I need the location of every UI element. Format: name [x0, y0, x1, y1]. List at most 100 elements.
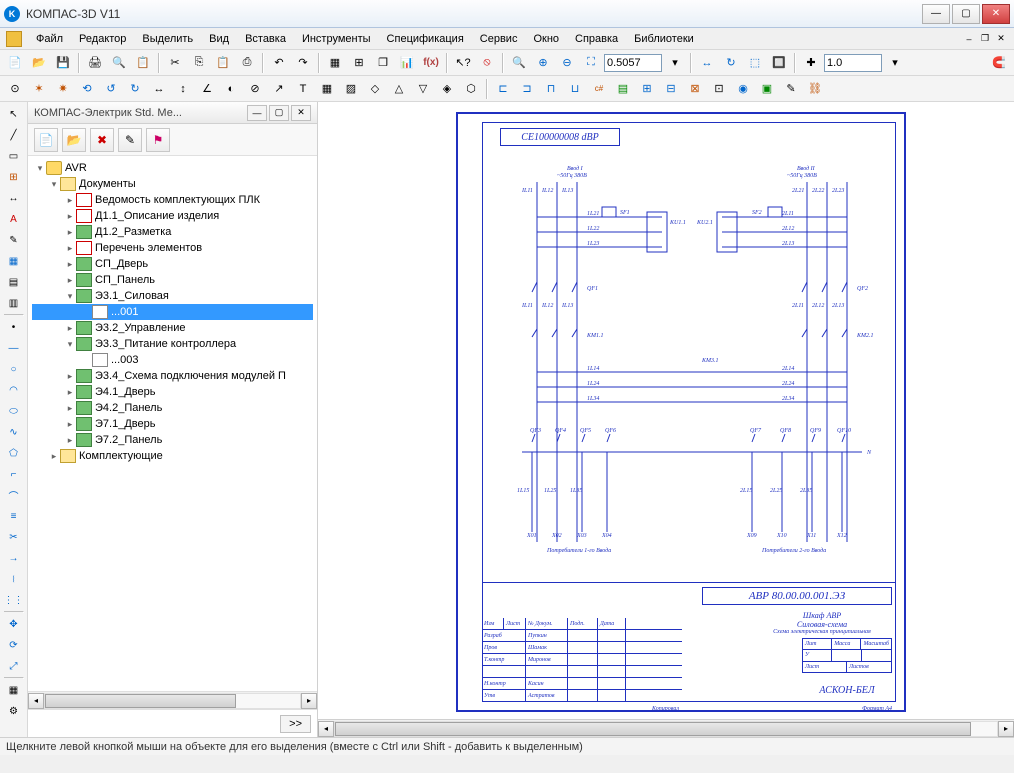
mdi-minimize[interactable]: – [962, 32, 976, 46]
scroll-right-icon[interactable]: ▸ [998, 721, 1014, 737]
tree-item[interactable]: ▸Э4.2_Панель [32, 400, 313, 416]
open-file-icon[interactable]: 📂 [28, 52, 50, 74]
tree-item[interactable]: ▾Э3.1_Силовая [32, 288, 313, 304]
paste-icon[interactable]: 📋 [212, 52, 234, 74]
scroll-left-icon[interactable]: ◂ [318, 721, 334, 737]
minimize-button[interactable]: — [922, 4, 950, 24]
snap-perp-icon[interactable]: ↺ [100, 78, 122, 100]
panel-close-button[interactable]: ✕ [291, 105, 311, 121]
print-icon[interactable]: 🖨 [84, 52, 106, 74]
tree-item[interactable]: ▸Э3.2_Управление [32, 320, 313, 336]
vtool-edit-icon[interactable]: ✎ [3, 230, 25, 250]
dim-align-icon[interactable]: ↕ [172, 78, 194, 100]
preview-icon[interactable]: 🔍 [108, 52, 130, 74]
cursor-mode-icon[interactable]: ✚ [800, 52, 822, 74]
tree-item[interactable]: ▸Д1.2_Разметка [32, 224, 313, 240]
fx-icon[interactable]: f(x) [420, 52, 442, 74]
vtool-text-icon[interactable]: A [3, 209, 25, 229]
menu-file[interactable]: Файл [28, 31, 71, 47]
close-button[interactable]: ✕ [982, 4, 1010, 24]
tree-item[interactable]: ...001 [32, 304, 313, 320]
snap-mid-icon[interactable]: ✶ [28, 78, 50, 100]
elec4-icon[interactable]: ◉ [732, 78, 754, 100]
design-icon[interactable]: ▤ [612, 78, 634, 100]
pan-left-icon[interactable]: ↔ [696, 52, 718, 74]
table-icon[interactable]: ▦ [316, 78, 338, 100]
panel-maximize-button[interactable]: ▢ [269, 105, 289, 121]
menu-editor[interactable]: Редактор [71, 31, 134, 47]
panel-edit-icon[interactable]: ✎ [118, 128, 142, 152]
tree-root[interactable]: ▾ AVR [32, 160, 313, 176]
symbol1-icon[interactable]: ◇ [364, 78, 386, 100]
lib-icon[interactable]: ⊞ [636, 78, 658, 100]
copy-icon[interactable]: ⎘ [188, 52, 210, 74]
vars-icon[interactable]: 📊 [396, 52, 418, 74]
scale-value-input[interactable] [824, 54, 882, 72]
symbol2-icon[interactable]: △ [388, 78, 410, 100]
menu-libs[interactable]: Библиотеки [626, 31, 702, 47]
zoom-value-input[interactable] [604, 54, 662, 72]
tree-item[interactable]: ▸Ведомость комплектующих ПЛК [32, 192, 313, 208]
vtool-properties-icon[interactable]: ▦ [3, 680, 25, 700]
tree-item[interactable]: ▸Перечень элементов [32, 240, 313, 256]
vtool-grid-icon[interactable]: ⊞ [3, 167, 25, 187]
vtool-spline-icon[interactable]: ∿ [3, 422, 25, 442]
scroll-right-icon[interactable]: ▸ [301, 693, 317, 709]
vtool-dim-icon[interactable]: ↔ [3, 188, 25, 208]
panel-hscroll[interactable]: ◂ ▸ [28, 691, 317, 709]
layer-icon[interactable]: ▦ [324, 52, 346, 74]
vtool-rotate-icon[interactable]: ⟳ [3, 635, 25, 655]
vtool-mirror-icon[interactable]: ⧙ [3, 569, 25, 589]
tree-item[interactable]: ▸СП_Дверь [32, 256, 313, 272]
undo-icon[interactable]: ↶ [268, 52, 290, 74]
snap-intersect-icon[interactable]: ⟲ [76, 78, 98, 100]
menu-service[interactable]: Сервис [472, 31, 526, 47]
menu-select[interactable]: Выделить [134, 31, 201, 47]
vtool-trim-icon[interactable]: ✂ [3, 527, 25, 547]
zoom-window-icon[interactable]: ⛶ [580, 52, 602, 74]
redraw-icon[interactable]: 🔲 [768, 52, 790, 74]
mode1-icon[interactable]: ▣ [756, 78, 778, 100]
dim-diameter-icon[interactable]: ⊘ [244, 78, 266, 100]
vtool-array-icon[interactable]: ⋮⋮ [3, 590, 25, 610]
scale-dropdown-icon[interactable]: ▾ [884, 52, 906, 74]
elec3-icon[interactable]: ⊡ [708, 78, 730, 100]
drawing-canvas[interactable]: СЕ100000008 dВР Ввод I ~50Гц 380В Ввод I… [318, 102, 1014, 719]
mode3-icon[interactable]: ⛓ [804, 78, 826, 100]
tree-item[interactable]: ▸Э3.4_Схема подключения модулей П [32, 368, 313, 384]
text-icon[interactable]: T [292, 78, 314, 100]
vtool-offset-icon[interactable]: ≡ [3, 506, 25, 526]
vtool-sheet-icon[interactable]: ▥ [3, 293, 25, 313]
mode2-icon[interactable]: ✎ [780, 78, 802, 100]
vtool-extend-icon[interactable]: → [3, 548, 25, 568]
panel-expand-button[interactable]: >> [280, 715, 311, 733]
vtool-move-icon[interactable]: ✥ [3, 614, 25, 634]
zoom-fit-icon[interactable]: 🔍 [508, 52, 530, 74]
hatch-icon[interactable]: ▨ [340, 78, 362, 100]
menu-window[interactable]: Окно [525, 31, 567, 47]
tree-item[interactable]: ▸СП_Панель [32, 272, 313, 288]
vtool-poly-icon[interactable]: ⬠ [3, 443, 25, 463]
panel-minimize-button[interactable]: — [247, 105, 267, 121]
refresh-icon[interactable]: ⬚ [744, 52, 766, 74]
save-file-icon[interactable]: 💾 [52, 52, 74, 74]
magnet-icon[interactable]: 🧲 [988, 52, 1010, 74]
vtool-scale-icon[interactable]: ⤢ [3, 656, 25, 676]
elec2-icon[interactable]: ⊠ [684, 78, 706, 100]
panel-new-icon[interactable]: 📄 [34, 128, 58, 152]
rotate-icon[interactable]: ↻ [720, 52, 742, 74]
project-tree[interactable]: ▾ AVR ▾ Документы ▸Ведомость комплектующ… [28, 156, 317, 691]
tree-item[interactable]: ▾Э3.3_Питание контроллера [32, 336, 313, 352]
symbol5-icon[interactable]: ⬡ [460, 78, 482, 100]
leader-icon[interactable]: ↗ [268, 78, 290, 100]
redo-icon[interactable]: ↷ [292, 52, 314, 74]
tree-docs-folder[interactable]: ▾ Документы [32, 176, 313, 192]
mdi-close[interactable]: ✕ [994, 32, 1008, 46]
tree-item[interactable]: ▸Э7.1_Дверь [32, 416, 313, 432]
symbol4-icon[interactable]: ◈ [436, 78, 458, 100]
tree-item[interactable]: ▸Э7.2_Панель [32, 432, 313, 448]
zoom-out-icon[interactable]: ⊖ [556, 52, 578, 74]
dim-linear-icon[interactable]: ↔ [148, 78, 170, 100]
menu-insert[interactable]: Вставка [237, 31, 294, 47]
vtool-circle-icon[interactable]: ○ [3, 359, 25, 379]
